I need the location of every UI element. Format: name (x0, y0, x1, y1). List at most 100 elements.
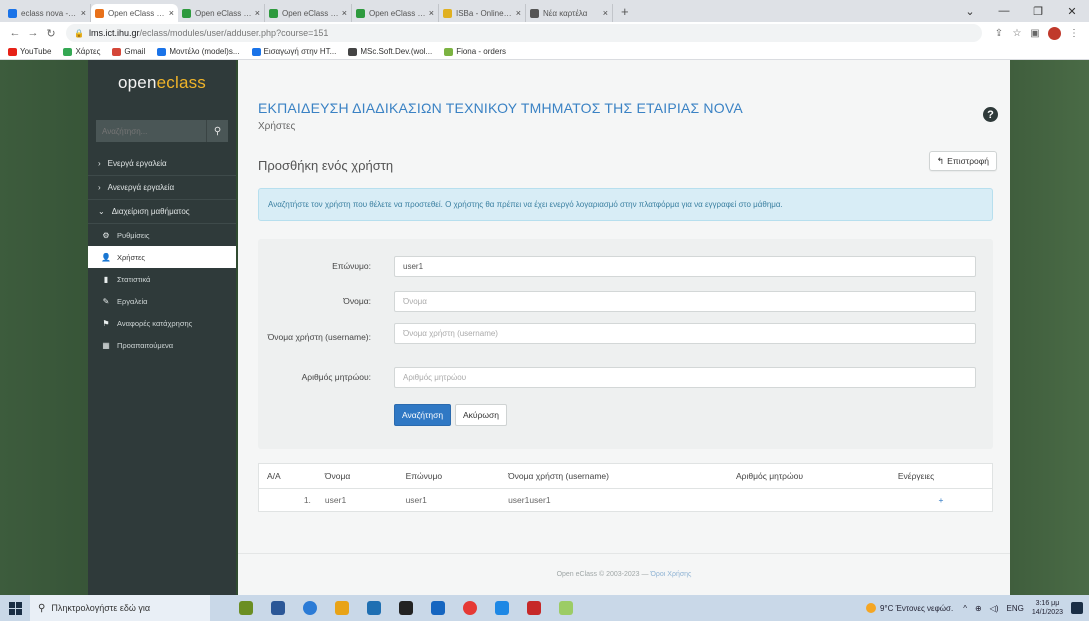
course-title[interactable]: ΕΚΠΑΙΔΕΥΣΗ ΔΙΑΔΙΚΑΣΙΩΝ ΤΕΧΝΙΚΟΥ ΤΜΗΜΑΤΟΣ… (258, 100, 743, 116)
username-field[interactable] (394, 323, 976, 344)
browser-tab[interactable]: ISBa - Online Suppo...× (439, 4, 526, 22)
sidebar-search-input[interactable] (96, 120, 206, 142)
chevron-icon: ⌄ (98, 207, 105, 216)
network-icon[interactable]: ⊕ (975, 604, 982, 613)
widget-icon[interactable] (233, 598, 259, 618)
minimize-button[interactable]: — (987, 5, 1021, 17)
chrome-icon[interactable] (457, 598, 483, 618)
back-button-label: Επιστροφή (947, 156, 989, 166)
store-icon[interactable] (361, 598, 387, 618)
bookmark-label: MSc.Soft.Dev.(wol... (360, 47, 433, 56)
browser-tab[interactable]: Open eClass Docume...× (352, 4, 439, 22)
forward-nav-icon[interactable]: → (24, 27, 42, 39)
row-username: user1user1 (508, 494, 551, 505)
sidebar-section[interactable]: › Ανενεργά εργαλεία (88, 176, 236, 200)
notifications-icon[interactable] (1071, 602, 1083, 614)
bookmark-item[interactable]: YouTube (8, 47, 51, 56)
clock[interactable]: 3:16 μμ 14/1/2023 (1032, 599, 1063, 617)
browser-tab[interactable]: Open eClass Docume...× (265, 4, 352, 22)
sidebar-item[interactable]: ✎ Εργαλεία (88, 290, 236, 312)
sidebar-item[interactable]: ⚙ Ρυθμίσεις (88, 224, 236, 246)
sidebar-item-label: Χρήστες (117, 252, 145, 262)
volume-icon[interactable]: ◁) (990, 604, 999, 613)
app-icon[interactable] (425, 598, 451, 618)
row-number: 1. (303, 494, 311, 505)
start-button[interactable] (0, 601, 30, 615)
user-search-form: Επώνυμο: Όνομα: Όνομα χρήστη (username):… (258, 239, 993, 449)
new-tab-button[interactable]: + (613, 4, 637, 22)
search-icon[interactable]: ⚲ (206, 120, 228, 142)
tab-search-icon[interactable]: ⌄ (953, 5, 987, 18)
media-icon[interactable] (393, 598, 419, 618)
search-button[interactable]: Αναζήτηση (394, 404, 452, 426)
bookmark-item[interactable]: MSc.Soft.Dev.(wol... (348, 47, 432, 56)
tab-close-icon[interactable]: × (603, 8, 608, 18)
share-icon[interactable]: ⇪ (990, 28, 1008, 39)
row-name: user1 (324, 494, 347, 505)
taskbar-search[interactable]: ⚲ Πληκτρολογήστε εδώ για (30, 595, 210, 621)
bookmark-item[interactable]: Χάρτες (63, 47, 100, 56)
url-field[interactable]: 🔒 lms.ict.ihu.gr /eclass/modules/user/ad… (66, 24, 982, 42)
tab-favicon-icon (443, 8, 452, 18)
tab-close-icon[interactable]: × (429, 8, 434, 18)
back-nav-icon[interactable]: ← (6, 27, 24, 39)
chevron-icon: › (98, 159, 101, 168)
registration-number-field[interactable] (394, 367, 976, 388)
bookmark-star-icon[interactable]: ☆ (1008, 28, 1026, 39)
weather-text: 9°C Έντονες νεφώσ. (879, 603, 954, 613)
close-window-button[interactable]: ✕ (1055, 5, 1089, 18)
tab-favicon-icon (8, 8, 17, 18)
sidebar-item[interactable]: ▮ Στατιστικά (88, 268, 236, 290)
bookmark-item[interactable]: Gmail (112, 47, 145, 56)
tab-close-icon[interactable]: × (81, 8, 86, 18)
sidebar-item[interactable]: ▦ Προαπαιτούμενα (88, 334, 236, 356)
openeclass-logo[interactable]: open eclass (88, 60, 236, 106)
bookmark-item[interactable]: Μοντέλο (model)s... (157, 47, 240, 56)
sidebar-section[interactable]: ⌄ Διαχείριση μαθήματος (88, 200, 236, 224)
language-indicator[interactable]: ENG (1007, 604, 1024, 613)
paint-icon[interactable] (553, 598, 579, 618)
tray-chevron-icon[interactable]: ^ (963, 604, 967, 613)
sidebar-item[interactable]: 👤 Χρήστες (88, 246, 236, 268)
clock-time: 3:16 μμ (1035, 600, 1060, 607)
edge-icon[interactable] (297, 598, 323, 618)
file-explorer-icon[interactable] (329, 598, 355, 618)
name-field[interactable] (394, 291, 976, 312)
browser-tab[interactable]: Νέα καρτέλα × (526, 4, 613, 22)
sidebar-item-icon: 👤 (101, 252, 111, 262)
bookmark-label: Χάρτες (75, 47, 101, 56)
bookmark-item[interactable]: Fiona - orders (444, 47, 506, 56)
tab-title: ISBa - Online Suppo... (456, 8, 513, 18)
tab-favicon-icon (95, 8, 104, 18)
maximize-button[interactable]: ❐ (1021, 5, 1055, 18)
chevron-icon: › (98, 183, 101, 192)
page-footer: Open eClass © 2003-2023 — Όροι Χρήσης (238, 553, 1010, 595)
terms-link[interactable]: Όροι Χρήσης (651, 571, 692, 578)
weather-widget[interactable]: 9°C Έντονες νεφώσ. (865, 603, 954, 613)
name-label: Όνομα: (343, 296, 371, 306)
browser-tab[interactable]: Open eClass Docume...× (178, 4, 265, 22)
browser-menu-icon[interactable]: ⋮ (1065, 28, 1083, 39)
help-icon[interactable]: ? (983, 107, 998, 122)
task-view-icon[interactable] (265, 598, 291, 618)
sidebar-item[interactable]: ⚑ Αναφορές κατάχρησης (88, 312, 236, 334)
back-button[interactable]: ↰ Επιστροφή (928, 151, 997, 171)
tab-close-icon[interactable]: × (255, 8, 260, 18)
sidepanel-icon[interactable]: ▣ (1026, 28, 1044, 39)
tab-close-icon[interactable]: × (169, 8, 174, 18)
cancel-button[interactable]: Ακύρωση (455, 404, 508, 426)
photos-icon[interactable] (489, 598, 515, 618)
reload-icon[interactable]: ↻ (42, 27, 60, 40)
browser-tab[interactable]: eclass nova - κατηγορ...× (4, 4, 91, 22)
add-user-icon[interactable]: + (890, 488, 992, 511)
sidebar-section[interactable]: › Ενεργά εργαλεία (88, 152, 236, 176)
tab-close-icon[interactable]: × (342, 8, 347, 18)
sidebar-section-label: Διαχείριση μαθήματος (111, 207, 190, 216)
pdf-icon[interactable] (521, 598, 547, 618)
bookmark-item[interactable]: Εισαγωγή στην HT... (251, 47, 336, 56)
tab-close-icon[interactable]: × (516, 8, 521, 18)
profile-avatar[interactable] (1048, 26, 1061, 40)
surname-field[interactable] (394, 256, 976, 277)
weather-icon (865, 603, 876, 613)
browser-tab[interactable]: Open eClass | ΕΚΠΑΙΔ...× (91, 4, 178, 22)
